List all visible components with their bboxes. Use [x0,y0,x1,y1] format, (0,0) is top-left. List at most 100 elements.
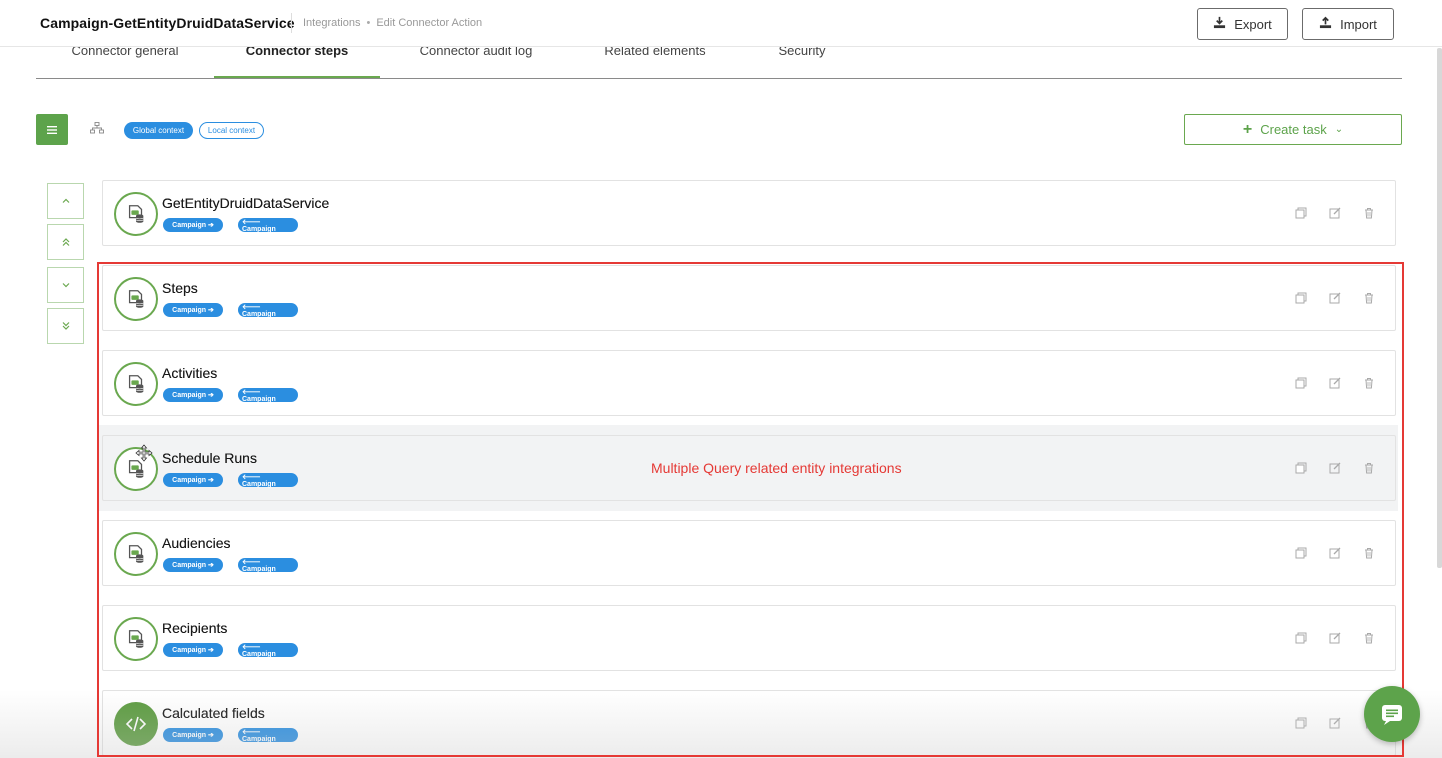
step-card[interactable]: Recipients Campaign ➔ 🡐 Campaign [102,605,1396,671]
chevron-down-icon: ⌄ [1334,124,1344,135]
local-context-toggle[interactable]: Local context [199,122,264,139]
step-actions [1295,716,1375,729]
title-divider [291,13,292,33]
copy-icon[interactable] [1295,376,1307,389]
breadcrumb-separator: • [366,17,371,29]
input-entity-tag: Campaign ➔ [163,558,223,572]
data-service-icon [114,617,158,661]
input-entity-tag: Campaign ➔ [163,643,223,657]
step-name: Calculated fields [162,705,265,721]
upload-icon [1319,16,1332,32]
step-actions [1295,291,1375,304]
import-label: Import [1340,16,1377,32]
move-to-top-button[interactable] [47,224,84,260]
chevron-down-icon [62,283,69,288]
input-entity-tag: Campaign ➔ [163,388,223,402]
output-entity-tag: 🡐 Campaign [238,388,298,403]
copy-icon[interactable] [1295,461,1307,474]
input-entity-tag: Campaign ➔ [163,728,223,742]
move-to-bottom-button[interactable] [47,308,84,344]
step-name: Steps [162,280,198,296]
data-service-icon [114,192,158,236]
breadcrumb: Integrations • Edit Connector Action [303,17,482,29]
output-entity-tag: 🡐 Campaign [238,558,298,573]
edit-icon[interactable] [1329,376,1341,389]
tab-connector-steps[interactable]: Connector steps [214,44,380,78]
input-entity-tag: Campaign ➔ [163,303,223,317]
edit-icon[interactable] [1329,716,1341,729]
trash-icon[interactable] [1363,291,1375,304]
connector-tabs: Connector general Connector steps Connec… [36,44,1402,79]
double-chevron-up-icon [62,238,69,246]
step-actions [1295,376,1375,389]
copy-icon[interactable] [1295,291,1307,304]
top-bar: Campaign-GetEntityDruidDataService Integ… [0,0,1442,47]
list-view-button[interactable] [36,114,68,145]
move-cursor-icon [135,444,153,462]
step-card[interactable]: Calculated fields Campaign ➔ 🡐 Campaign [102,690,1396,756]
step-card[interactable]: GetEntityDruidDataService Campaign ➔ 🡐 Cam… [102,180,1396,246]
copy-icon[interactable] [1295,716,1307,729]
copy-icon[interactable] [1295,631,1307,644]
breadcrumb-integrations[interactable]: Integrations [303,17,360,29]
chat-icon [1382,705,1402,725]
create-task-label: Create task [1260,122,1327,137]
tree-view-icon[interactable] [90,122,104,134]
output-entity-tag: 🡐 Campaign [238,473,298,488]
output-entity-tag: 🡐 Campaign [238,728,298,743]
data-service-icon [114,362,158,406]
copy-icon[interactable] [1295,206,1307,219]
export-button[interactable]: Export [1197,8,1288,40]
tab-related-elements[interactable]: Related elements [588,44,722,78]
trash-icon[interactable] [1363,546,1375,559]
step-actions [1295,461,1375,474]
move-up-button[interactable] [47,183,84,219]
import-button[interactable]: Import [1302,8,1394,40]
step-name: GetEntityDruidDataService [162,195,330,211]
scrollbar[interactable] [1437,48,1442,568]
step-card[interactable]: Activities Campaign ➔ 🡐 Campaign [102,350,1396,416]
trash-icon[interactable] [1363,631,1375,644]
double-chevron-down-icon [62,322,69,330]
data-service-icon [114,532,158,576]
step-name: Schedule Runs [162,450,257,466]
copy-icon[interactable] [1295,546,1307,559]
annotation-text: Multiple Query related entity integratio… [651,460,902,476]
plus-icon: + [1242,120,1253,138]
output-entity-tag: 🡐 Campaign [238,303,298,318]
breadcrumb-edit-connector-action: Edit Connector Action [376,17,483,29]
hamburger-icon [47,125,57,134]
input-entity-tag: Campaign ➔ [163,473,223,487]
global-context-toggle[interactable]: Global context [124,122,193,139]
trash-icon[interactable] [1363,376,1375,389]
chevron-up-icon [62,198,69,203]
tab-security[interactable]: Security [762,44,842,78]
edit-icon[interactable] [1329,291,1341,304]
step-card[interactable]: Audiencies Campaign ➔ 🡐 Campaign [102,520,1396,586]
edit-icon[interactable] [1329,206,1341,219]
edit-icon[interactable] [1329,546,1341,559]
step-actions [1295,546,1375,559]
edit-icon[interactable] [1329,631,1341,644]
output-entity-tag: 🡐 Campaign [238,218,298,233]
tab-connector-audit-log[interactable]: Connector audit log [402,44,550,78]
code-icon [114,702,158,746]
input-entity-tag: Campaign ➔ [163,218,223,232]
trash-icon[interactable] [1363,206,1375,219]
move-down-button[interactable] [47,267,84,303]
tab-connector-general[interactable]: Connector general [36,44,214,78]
create-task-button[interactable]: + Create task ⌄ [1184,114,1402,145]
page-title: Campaign-GetEntityDruidDataService [40,15,295,31]
step-card[interactable]: Steps Campaign ➔ 🡐 Campaign [102,265,1396,331]
export-label: Export [1234,16,1272,32]
step-name: Audiencies [162,535,231,551]
trash-icon[interactable] [1363,461,1375,474]
chat-button[interactable] [1364,686,1420,742]
download-icon [1213,16,1226,32]
edit-icon[interactable] [1329,461,1341,474]
step-actions [1295,206,1375,219]
step-name: Activities [162,365,218,381]
output-entity-tag: 🡐 Campaign [238,643,298,658]
data-service-icon [114,277,158,321]
step-actions [1295,631,1375,644]
